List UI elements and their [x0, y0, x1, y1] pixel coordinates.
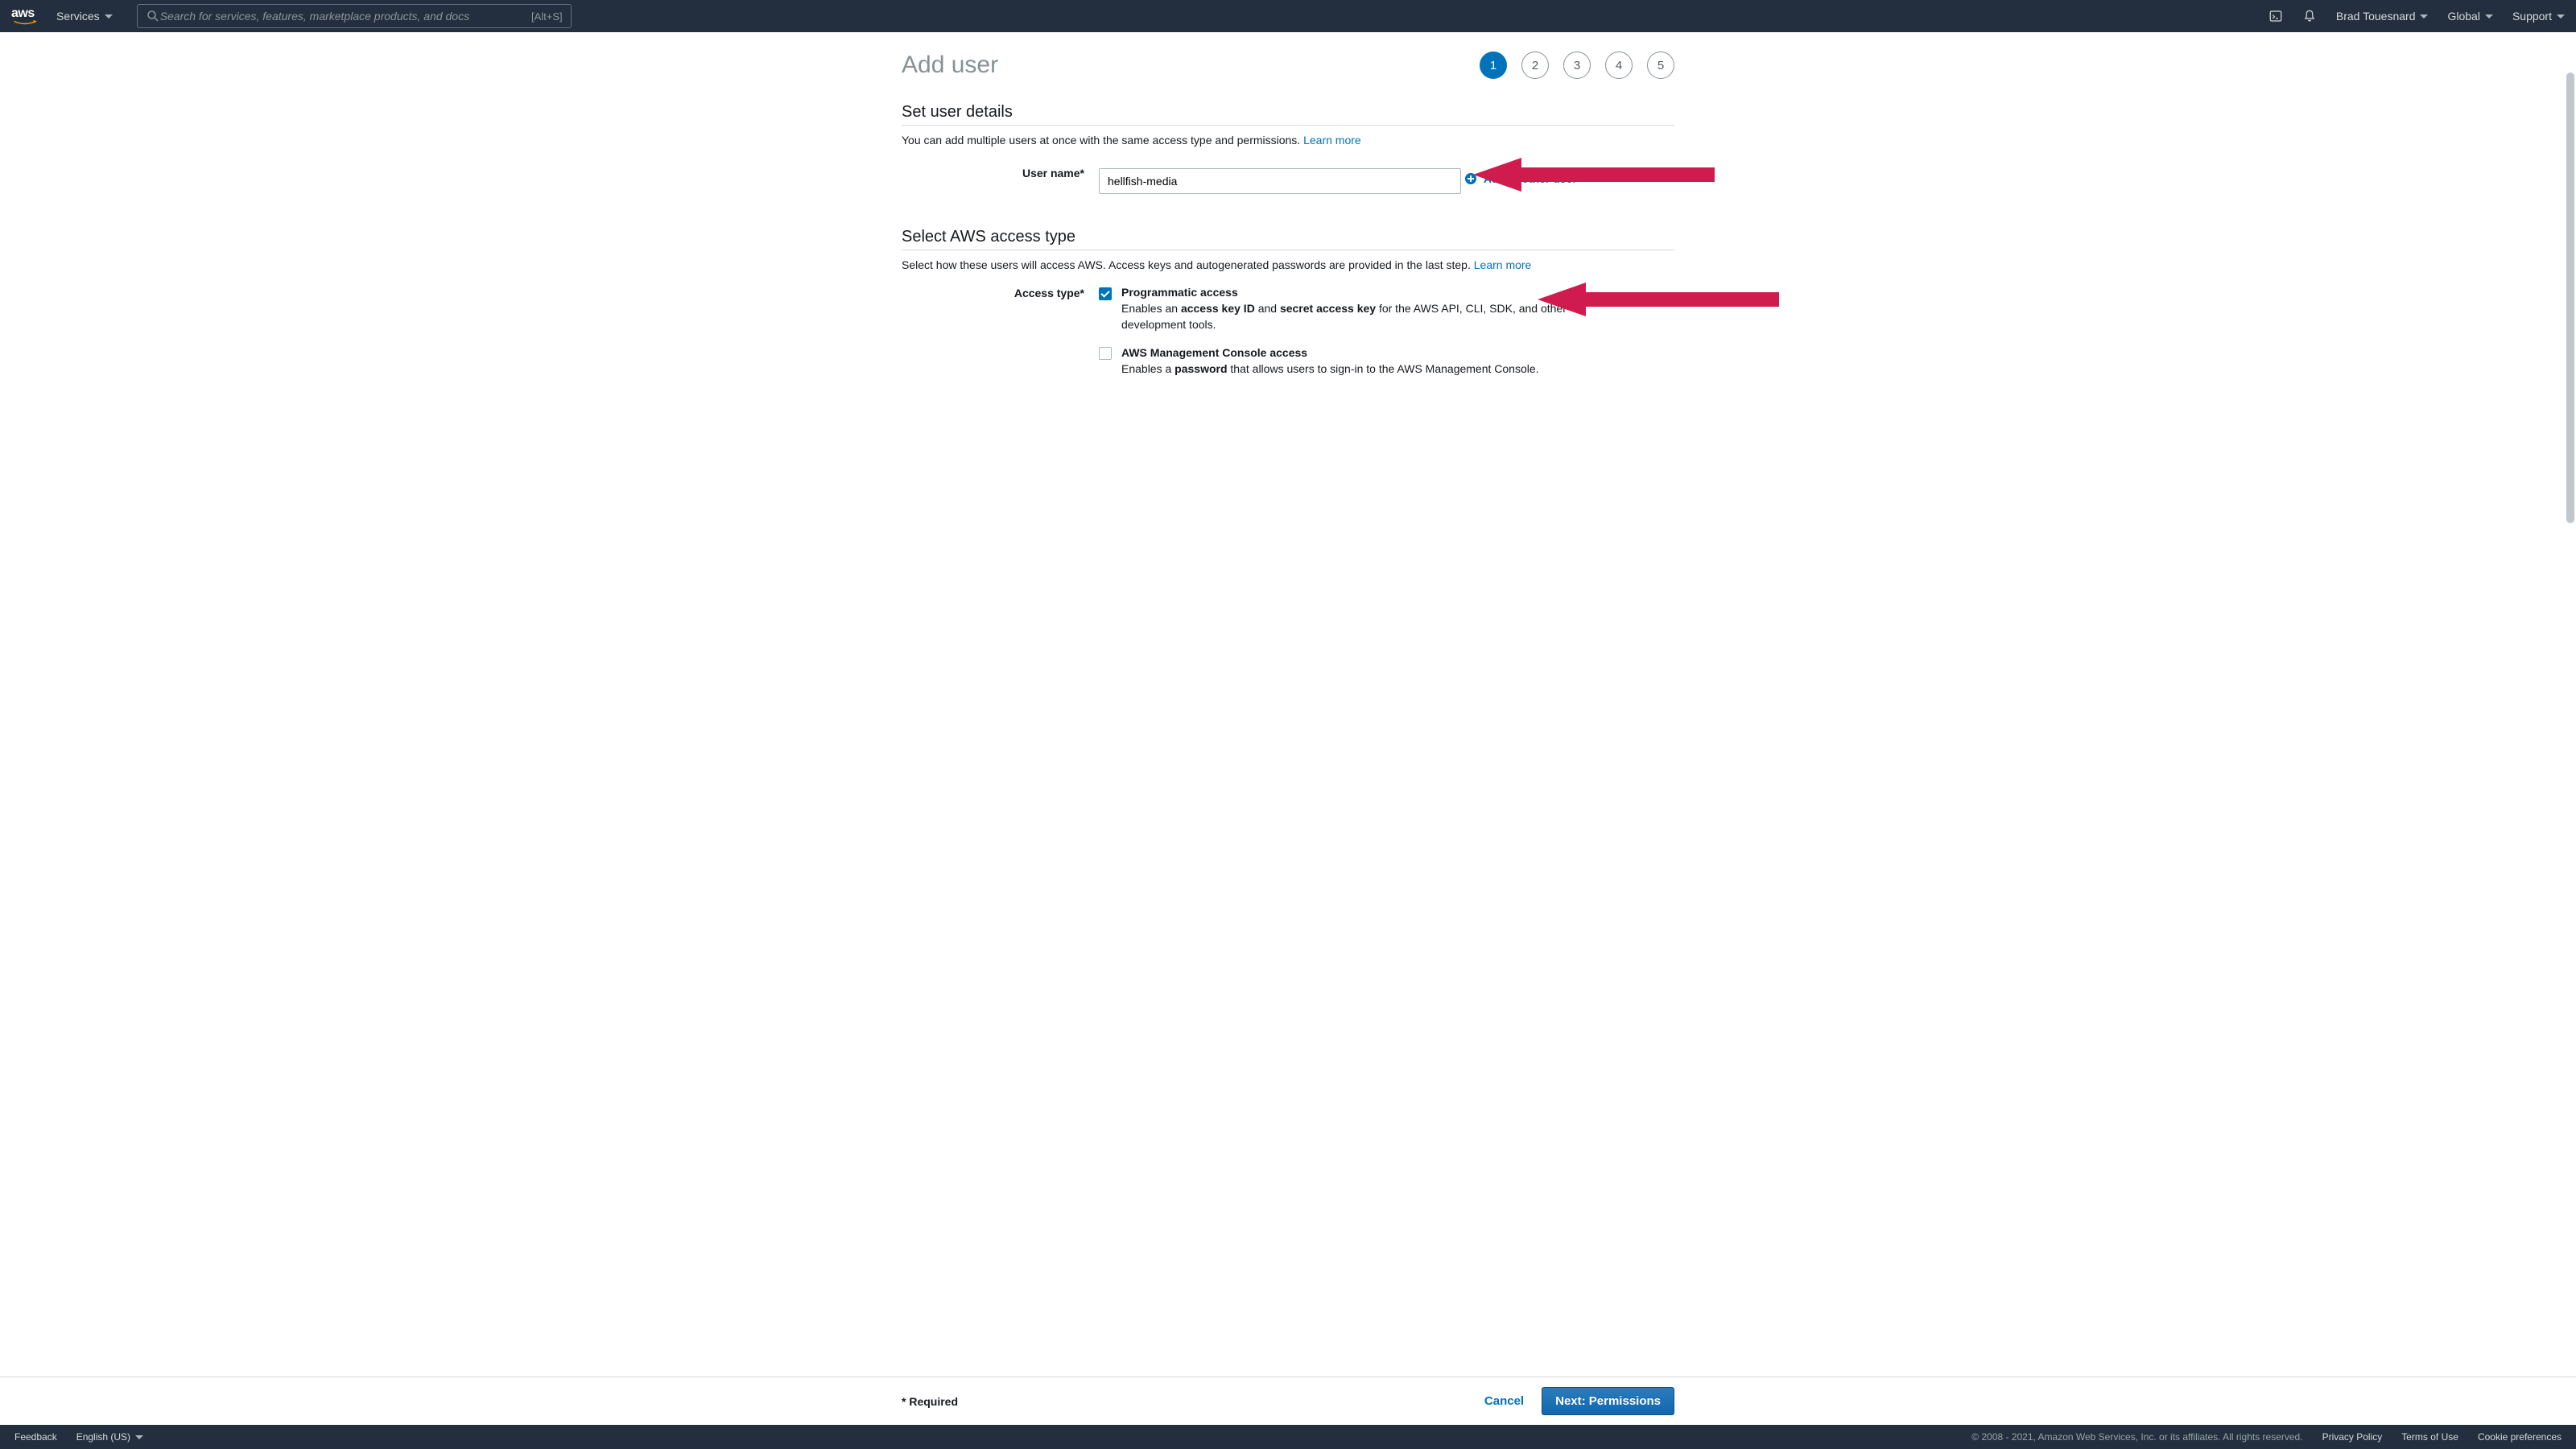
scrollbar-thumb[interactable] — [2566, 72, 2574, 523]
cancel-button[interactable]: Cancel — [1484, 1394, 1524, 1408]
aws-logo[interactable]: aws — [11, 7, 39, 25]
cloudshell-icon[interactable] — [2268, 9, 2283, 23]
support-menu[interactable]: Support — [2512, 10, 2565, 23]
search-box[interactable]: [Alt+S] — [137, 4, 572, 28]
support-label: Support — [2512, 10, 2552, 23]
section-heading: Select AWS access type — [902, 228, 1674, 250]
bell-icon[interactable] — [2302, 9, 2317, 23]
search-shortcut: [Alt+S] — [531, 10, 563, 23]
programmatic-access-checkbox[interactable] — [1099, 287, 1112, 300]
programmatic-access-title: Programmatic access — [1121, 286, 1572, 299]
section-user-details: Set user details You can add multiple us… — [902, 103, 1674, 194]
section-desc: Select how these users will access AWS. … — [902, 258, 1674, 271]
step-4[interactable]: 4 — [1605, 52, 1633, 79]
top-nav: aws Services [Alt+S] Brad Touesnard Glob… — [0, 0, 2576, 32]
services-label: Services — [56, 10, 100, 23]
privacy-link[interactable]: Privacy Policy — [2322, 1431, 2383, 1443]
copyright: © 2008 - 2021, Amazon Web Services, Inc.… — [1971, 1431, 2302, 1443]
annotation-arrow-2 — [1538, 275, 1779, 324]
page-title: Add user — [902, 52, 998, 79]
language-menu[interactable]: English (US) — [76, 1431, 143, 1443]
terms-link[interactable]: Terms of Use — [2401, 1431, 2458, 1443]
learn-more-link[interactable]: Learn more — [1303, 134, 1361, 147]
feedback-link[interactable]: Feedback — [14, 1431, 57, 1443]
section-heading: Set user details — [902, 103, 1674, 126]
step-2[interactable]: 2 — [1521, 52, 1549, 79]
footer: Feedback English (US) © 2008 - 2021, Ama… — [0, 1425, 2576, 1449]
region-menu[interactable]: Global — [2447, 10, 2492, 23]
console-access-desc: Enables a password that allows users to … — [1121, 361, 1572, 377]
chevron-down-icon — [135, 1435, 143, 1439]
learn-more-link[interactable]: Learn more — [1474, 258, 1532, 271]
chevron-down-icon — [2557, 14, 2565, 19]
add-another-user-link[interactable]: Add another user — [1464, 172, 1577, 185]
console-access-checkbox[interactable] — [1099, 347, 1112, 360]
step-1[interactable]: 1 — [1480, 52, 1507, 79]
page-header: Add user 1 2 3 4 5 — [902, 52, 1674, 79]
section-desc: You can add multiple users at once with … — [902, 134, 1674, 147]
section-access-type: Select AWS access type Select how these … — [902, 228, 1674, 377]
next-button[interactable]: Next: Permissions — [1542, 1387, 1674, 1415]
region-label: Global — [2447, 10, 2479, 23]
search-input[interactable] — [160, 10, 531, 23]
cookie-link[interactable]: Cookie preferences — [2478, 1431, 2562, 1443]
account-menu[interactable]: Brad Touesnard — [2336, 10, 2429, 23]
chevron-down-icon — [2420, 14, 2428, 19]
step-5[interactable]: 5 — [1647, 52, 1674, 79]
username-input[interactable] — [1099, 168, 1461, 194]
access-type-label: Access type* — [902, 286, 1099, 299]
search-icon — [146, 9, 160, 23]
plus-circle-icon — [1464, 172, 1477, 185]
wizard-steps: 1 2 3 4 5 — [1480, 52, 1674, 79]
console-access-title: AWS Management Console access — [1121, 346, 1572, 359]
chevron-down-icon — [105, 14, 113, 19]
programmatic-access-desc: Enables an access key ID and secret acce… — [1121, 300, 1572, 333]
step-3[interactable]: 3 — [1563, 52, 1591, 79]
chevron-down-icon — [2485, 14, 2493, 19]
username-label: User name* — [902, 161, 1099, 180]
account-label: Brad Touesnard — [2336, 10, 2416, 23]
required-note: * Required — [902, 1395, 958, 1408]
action-bar: * Required Cancel Next: Permissions — [0, 1377, 2576, 1425]
services-menu[interactable]: Services — [56, 10, 113, 23]
